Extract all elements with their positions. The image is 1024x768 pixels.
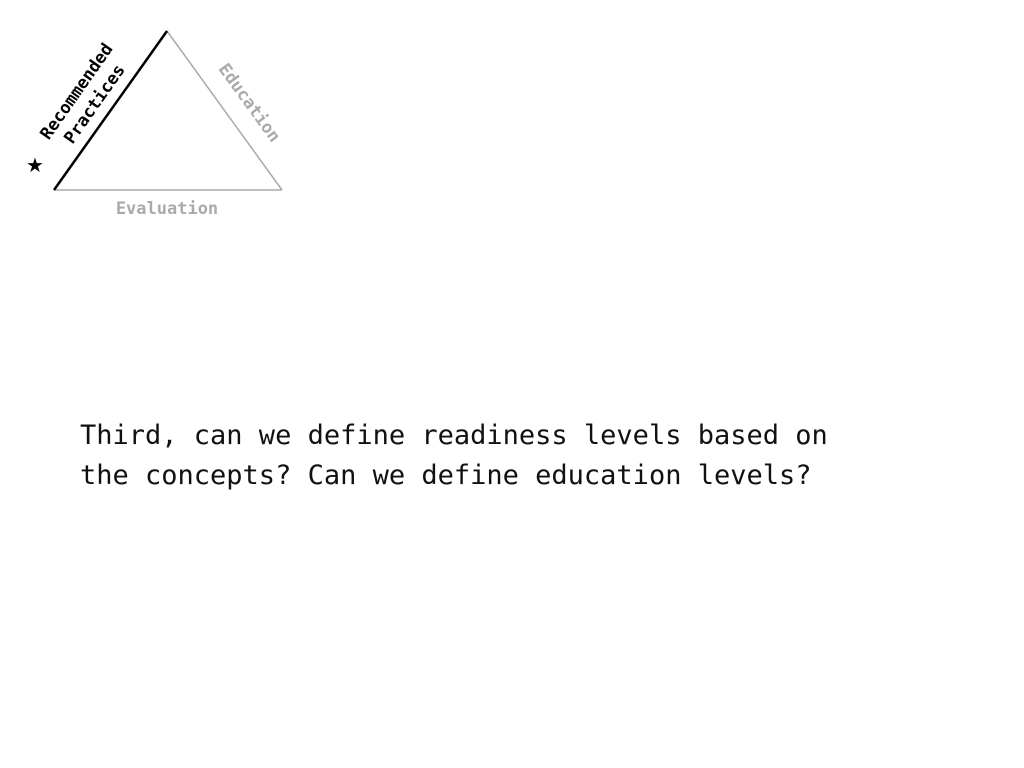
slide-text-line-1: Third, can we define readiness levels ba… [80, 420, 828, 451]
slide-text-line-2: the concepts? Can we define education le… [80, 460, 812, 491]
slide-body-text: Third, can we define readiness levels ba… [80, 416, 960, 496]
bottom-side-label: Evaluation [116, 199, 218, 219]
right-side-label: Education [214, 60, 284, 146]
star-icon: ★ [26, 153, 44, 177]
right-side-label-text: Education [214, 60, 284, 146]
triangle-diagram: Recommended Practices ★ Education Evalua… [26, 30, 284, 219]
